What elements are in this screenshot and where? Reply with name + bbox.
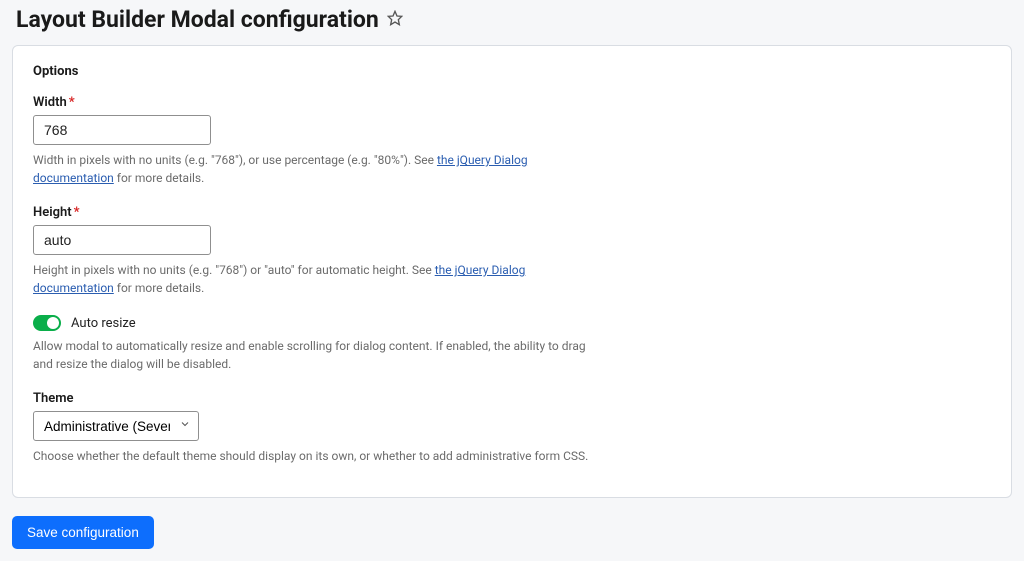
- options-heading: Options: [33, 64, 991, 79]
- theme-group: Theme Administrative (Seven) Choose whet…: [33, 391, 991, 465]
- auto-resize-group: Auto resize Allow modal to automatically…: [33, 315, 991, 373]
- height-input[interactable]: [33, 225, 211, 255]
- height-field-group: Height* Height in pixels with no units (…: [33, 205, 991, 297]
- height-description: Height in pixels with no units (e.g. "76…: [33, 261, 593, 297]
- page-title: Layout Builder Modal configuration: [16, 6, 379, 33]
- required-mark: *: [69, 95, 75, 110]
- width-description: Width in pixels with no units (e.g. "768…: [33, 151, 593, 187]
- theme-description: Choose whether the default theme should …: [33, 447, 593, 465]
- favorite-star-icon[interactable]: [387, 10, 403, 30]
- height-desc-pre: Height in pixels with no units (e.g. "76…: [33, 263, 435, 277]
- width-desc-post: for more details.: [114, 171, 204, 185]
- width-label-text: Width: [33, 95, 67, 110]
- options-card: Options Width* Width in pixels with no u…: [12, 45, 1012, 498]
- theme-label: Theme: [33, 391, 991, 406]
- height-label: Height*: [33, 205, 991, 220]
- width-desc-pre: Width in pixels with no units (e.g. "768…: [33, 153, 437, 167]
- auto-resize-toggle[interactable]: [33, 315, 61, 331]
- required-mark: *: [74, 205, 80, 220]
- auto-resize-label: Auto resize: [71, 316, 136, 331]
- width-field-group: Width* Width in pixels with no units (e.…: [33, 95, 991, 187]
- theme-select[interactable]: Administrative (Seven): [33, 411, 199, 441]
- auto-resize-description: Allow modal to automatically resize and …: [33, 337, 593, 373]
- height-desc-post: for more details.: [114, 281, 204, 295]
- save-configuration-button[interactable]: Save configuration: [12, 516, 154, 549]
- width-label: Width*: [33, 95, 991, 110]
- width-input[interactable]: [33, 115, 211, 145]
- height-label-text: Height: [33, 205, 72, 220]
- page-header: Layout Builder Modal configuration: [12, 0, 1012, 45]
